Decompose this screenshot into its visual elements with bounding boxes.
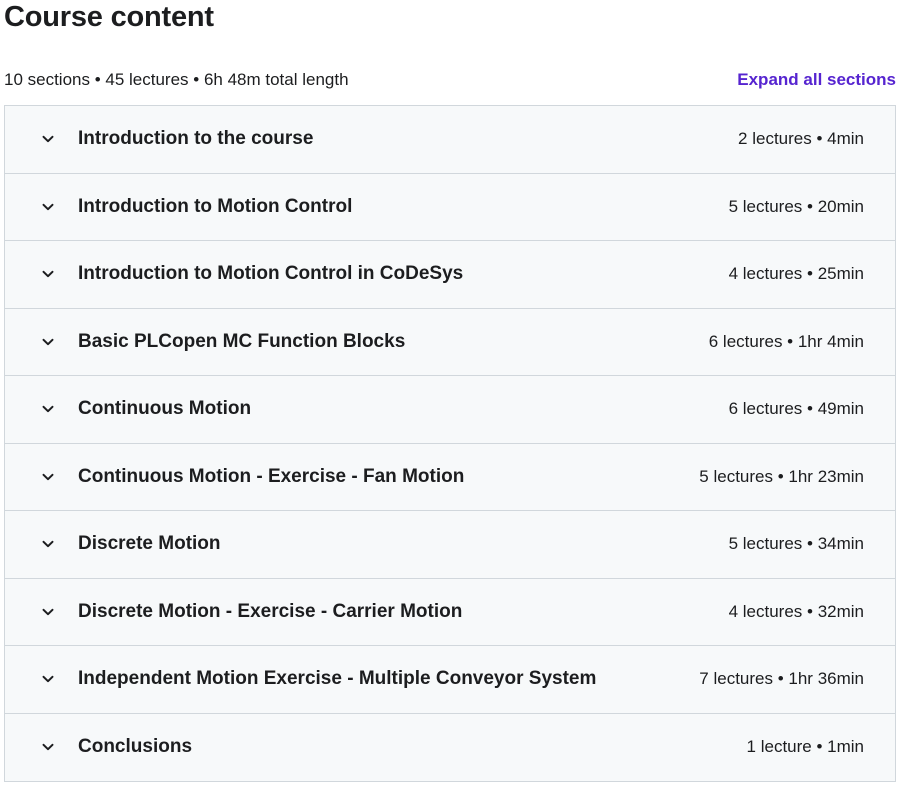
section-header[interactable]: Introduction to Motion Control 5 lecture… [5, 173, 895, 241]
section-title: Introduction to the course [78, 128, 314, 150]
section-meta: 5 lectures • 34min [728, 534, 864, 554]
page-title: Course content [4, 1, 214, 33]
section-header[interactable]: Continuous Motion - Exercise - Fan Motio… [5, 443, 895, 511]
section-meta: 4 lectures • 25min [728, 264, 864, 284]
course-summary: 10 sections • 45 lectures • 6h 48m total… [4, 70, 349, 89]
section-title: Basic PLCopen MC Function Blocks [78, 330, 406, 352]
section-title: Continuous Motion [78, 398, 252, 420]
section-header[interactable]: Independent Motion Exercise - Multiple C… [5, 646, 895, 714]
section-title: Discrete Motion - Exercise - Carrier Mot… [78, 600, 463, 622]
chevron-down-icon [41, 605, 55, 619]
expand-all-sections-button[interactable]: Expand all sections [737, 70, 896, 90]
chevron-down-icon [41, 267, 55, 281]
section-header[interactable]: Introduction to the course 2 lectures • … [5, 106, 895, 174]
section-header[interactable]: Introduction to Motion Control in CoDeSy… [5, 241, 895, 309]
chevron-down-icon [41, 470, 55, 484]
section-header[interactable]: Discrete Motion - Exercise - Carrier Mot… [5, 578, 895, 646]
section-header[interactable]: Basic PLCopen MC Function Blocks 6 lectu… [5, 308, 895, 376]
section-meta: 2 lectures • 4min [738, 129, 864, 149]
chevron-down-icon [41, 740, 55, 754]
course-summary-row: 10 sections • 45 lectures • 6h 48m total… [4, 68, 896, 92]
section-meta: 4 lectures • 32min [728, 601, 864, 621]
section-meta: 5 lectures • 1hr 23min [699, 466, 864, 486]
section-title: Continuous Motion - Exercise - Fan Motio… [78, 465, 465, 487]
section-title: Independent Motion Exercise - Multiple C… [78, 668, 597, 690]
section-header[interactable]: Continuous Motion 6 lectures • 49min [5, 376, 895, 444]
section-meta: 6 lectures • 49min [728, 399, 864, 419]
section-title: Discrete Motion [78, 533, 221, 555]
section-title: Introduction to Motion Control [78, 195, 353, 217]
section-title: Introduction to Motion Control in CoDeSy… [78, 263, 464, 285]
section-title: Conclusions [78, 736, 193, 758]
section-header[interactable]: Discrete Motion 5 lectures • 34min [5, 511, 895, 579]
section-meta: 7 lectures • 1hr 36min [699, 669, 864, 689]
chevron-down-icon [41, 402, 55, 416]
chevron-down-icon [41, 335, 55, 349]
section-meta: 6 lectures • 1hr 4min [708, 331, 864, 351]
chevron-down-icon [41, 537, 55, 551]
chevron-down-icon [41, 672, 55, 686]
section-list: Introduction to the course 2 lectures • … [4, 105, 896, 782]
section-header[interactable]: Conclusions 1 lecture • 1min [5, 713, 895, 781]
section-meta: 1 lecture • 1min [746, 737, 864, 757]
section-meta: 5 lectures • 20min [728, 196, 864, 216]
chevron-down-icon [41, 132, 55, 146]
chevron-down-icon [41, 200, 55, 214]
